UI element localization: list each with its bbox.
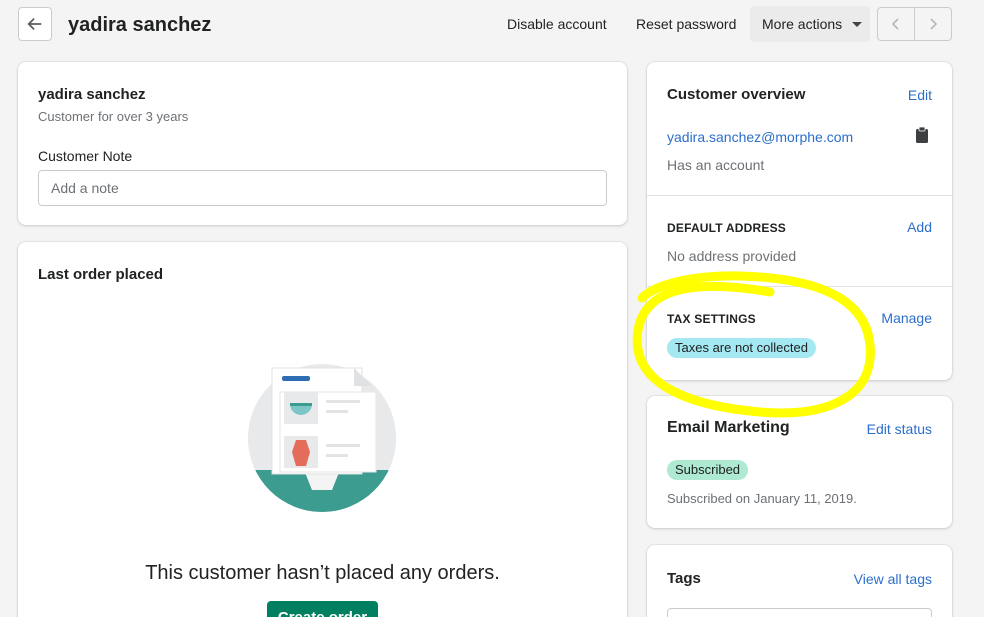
reset-password-button[interactable]: Reset password <box>636 15 736 33</box>
customer-email-link[interactable]: yadira.sanchez@morphe.com <box>667 129 853 145</box>
pagination <box>877 7 952 41</box>
more-actions-button[interactable]: More actions <box>750 6 870 42</box>
customer-note-label: Customer Note <box>38 148 133 164</box>
view-all-tags-link[interactable]: View all tags <box>854 571 932 587</box>
tax-settings-title: TAX SETTINGS <box>667 312 756 326</box>
customer-overview-title: Customer overview <box>667 86 806 103</box>
default-address-title: DEFAULT ADDRESS <box>667 221 787 235</box>
customer-card: yadira sanchez Customer for over 3 years… <box>18 62 627 225</box>
chevron-right-icon <box>930 18 938 30</box>
disable-account-button[interactable]: Disable account <box>507 15 607 33</box>
customer-since: Customer for over 3 years <box>38 109 189 124</box>
subscribed-date: Subscribed on January 11, 2019. <box>667 491 857 506</box>
last-order-card: Last order placed This customer hasn’t p… <box>18 242 627 617</box>
edit-status-link[interactable]: Edit status <box>867 421 932 437</box>
next-customer-button[interactable] <box>914 8 951 40</box>
previous-customer-button[interactable] <box>878 8 914 40</box>
tax-status-badge: Taxes are not collected <box>667 338 816 358</box>
tags-input[interactable] <box>667 608 932 617</box>
create-order-button[interactable]: Create order <box>267 601 378 617</box>
customer-note-input[interactable]: Add a note <box>38 170 607 206</box>
page-title: yadira sanchez <box>68 14 212 36</box>
last-order-title: Last order placed <box>38 266 164 283</box>
empty-orders-illustration <box>248 364 396 512</box>
tags-card: Tags View all tags <box>647 545 952 617</box>
tags-title: Tags <box>667 570 701 587</box>
empty-orders-text: This customer hasn’t placed any orders. <box>145 562 500 584</box>
edit-overview-link[interactable]: Edit <box>908 87 932 103</box>
divider <box>647 286 952 287</box>
clipboard-icon[interactable] <box>915 126 929 144</box>
email-marketing-card: Email Marketing Edit status Subscribed S… <box>647 396 952 528</box>
customer-name: yadira sanchez <box>38 86 146 103</box>
customer-overview-card: Customer overview Edit yadira.sanchez@mo… <box>647 62 952 380</box>
email-marketing-title: Email Marketing <box>667 419 790 436</box>
subscribed-badge: Subscribed <box>667 460 749 480</box>
address-value: No address provided <box>667 248 797 264</box>
arrow-left-icon <box>27 17 42 31</box>
account-status: Has an account <box>667 157 765 173</box>
back-button[interactable] <box>18 7 52 41</box>
caret-down-icon <box>852 21 863 27</box>
chevron-left-icon <box>891 18 899 30</box>
more-actions-label: More actions <box>762 16 843 32</box>
add-address-link[interactable]: Add <box>907 219 932 235</box>
divider <box>647 195 952 196</box>
manage-tax-link[interactable]: Manage <box>881 310 932 326</box>
